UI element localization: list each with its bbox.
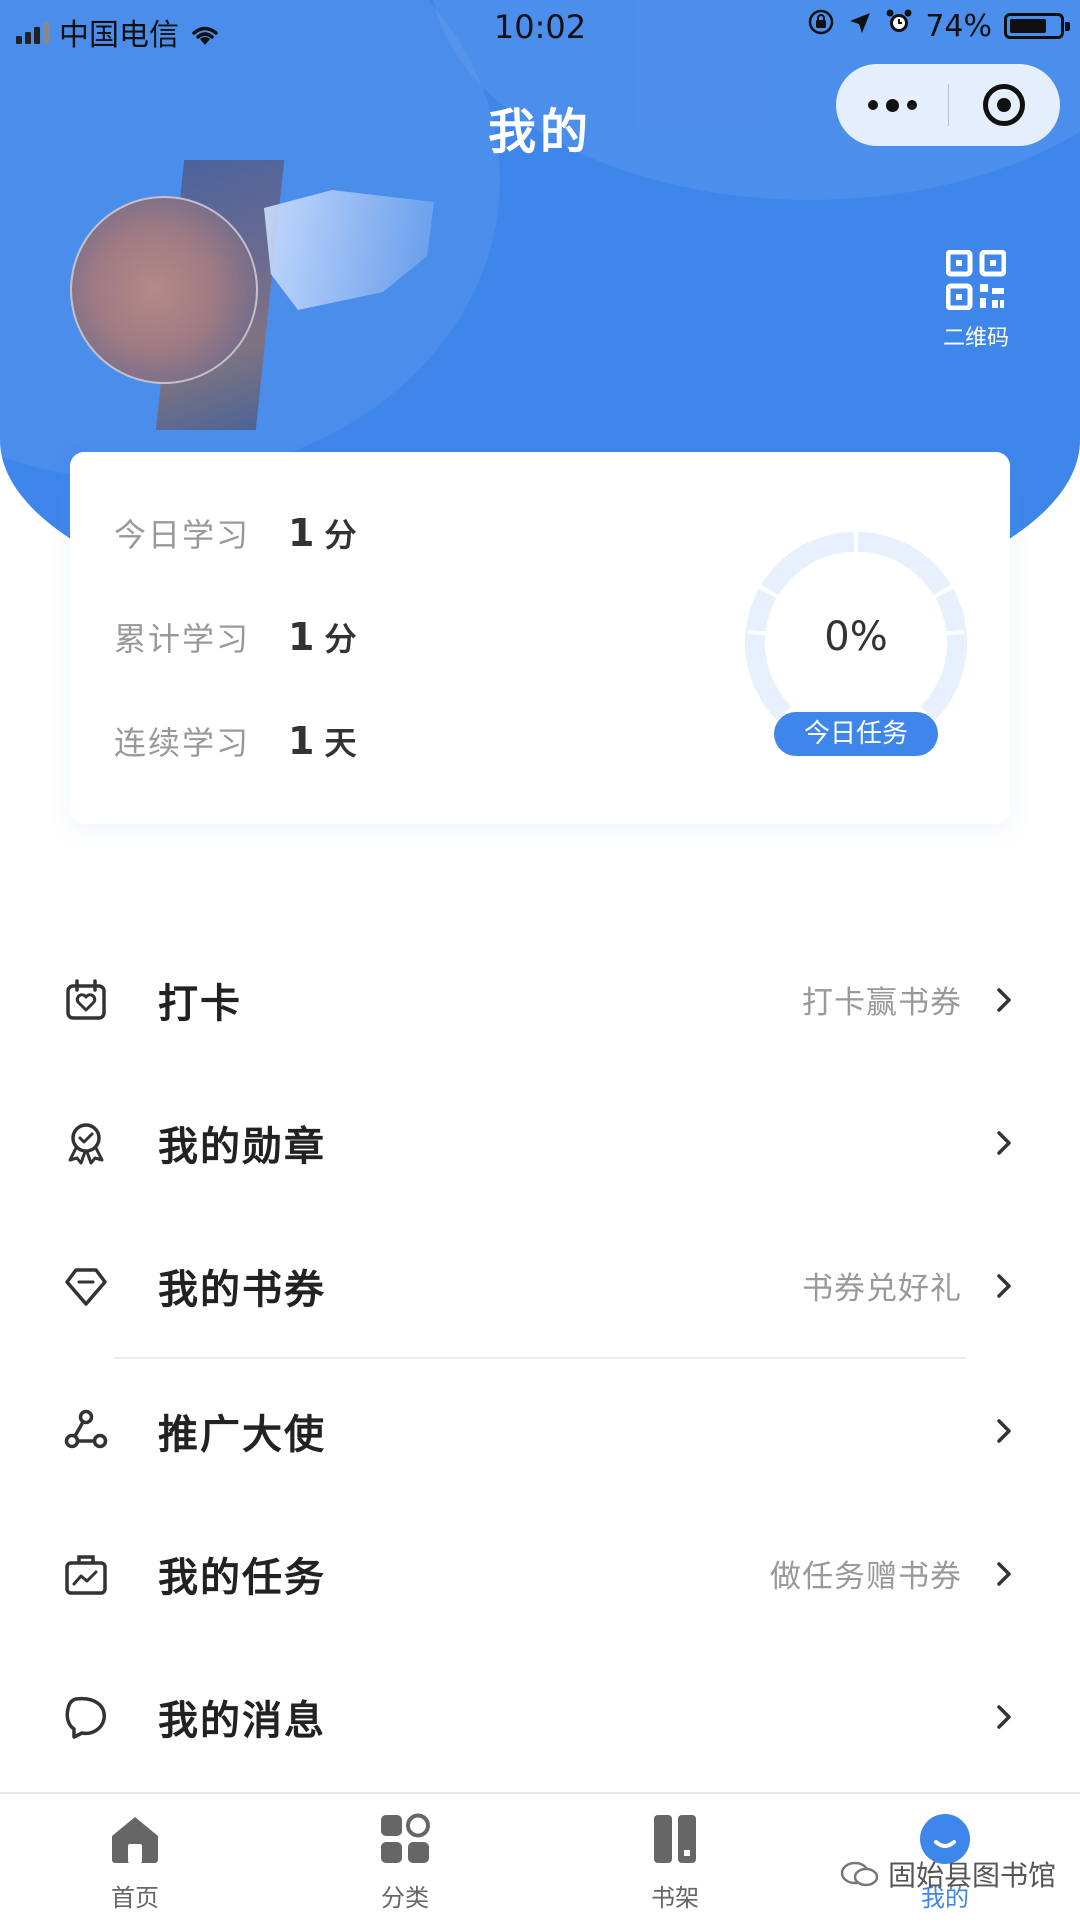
stat-label: 连续学习 bbox=[114, 724, 251, 762]
menu-hint: 打卡赢书券 bbox=[802, 985, 962, 1021]
study-stats-card: 今日学习 1 分 累计学习 1 分 连续学习 1 天 0% 今日任务 bbox=[70, 452, 1010, 824]
target-icon bbox=[983, 84, 1025, 126]
medal-icon bbox=[68, 1122, 104, 1164]
calendar-heart-icon bbox=[66, 978, 106, 1020]
menu-hint: 书券兑好礼 bbox=[802, 1271, 962, 1307]
menu-item-coupons[interactable]: 我的书券 书券兑好礼 bbox=[0, 1214, 1080, 1357]
share-nodes-icon bbox=[64, 1409, 108, 1448]
menu-item-checkin[interactable]: 打卡 打卡赢书券 bbox=[0, 928, 1080, 1071]
avatar[interactable] bbox=[70, 196, 258, 384]
stat-total: 累计学习 1 分 bbox=[114, 614, 356, 660]
home-icon bbox=[112, 1817, 158, 1863]
menu-title: 推广大使 bbox=[158, 1411, 326, 1458]
tab-label: 书架 bbox=[651, 1884, 699, 1912]
qr-code-label: 二维码 bbox=[942, 326, 1009, 351]
chevron-right-icon bbox=[997, 1130, 1011, 1155]
chevron-right-icon bbox=[997, 987, 1011, 1012]
location-icon bbox=[847, 9, 873, 44]
stat-streak: 连续学习 1 天 bbox=[114, 718, 356, 764]
menu-title: 我的书券 bbox=[158, 1266, 326, 1313]
alarm-icon bbox=[885, 8, 913, 44]
message-bubble-icon bbox=[65, 1696, 106, 1739]
wechat-channel-icon bbox=[840, 1861, 879, 1887]
menu-item-medals[interactable]: 我的勋章 bbox=[0, 1071, 1080, 1214]
chevron-right-icon bbox=[997, 1561, 1011, 1586]
tab-label: 首页 bbox=[111, 1884, 159, 1912]
watermark-text: 固始县图书馆 bbox=[888, 1859, 1057, 1892]
stat-today: 今日学习 1 分 bbox=[114, 510, 356, 556]
stat-value: 1 bbox=[288, 511, 315, 555]
tab-home[interactable]: 首页 bbox=[55, 1794, 215, 1922]
stat-label: 累计学习 bbox=[114, 620, 251, 658]
tab-bookshelf[interactable]: 书架 bbox=[595, 1794, 755, 1922]
menu-title: 我的勋章 bbox=[158, 1123, 326, 1170]
stat-value: 1 bbox=[288, 719, 315, 763]
watermark: 固始县图书馆 bbox=[840, 1854, 1056, 1894]
stat-unit: 分 bbox=[324, 516, 357, 554]
menu-title: 打卡 bbox=[158, 980, 242, 1027]
chevron-right-icon bbox=[997, 1418, 1011, 1443]
daily-task-progress[interactable]: 0% 今日任务 bbox=[726, 512, 986, 772]
tab-label: 分类 bbox=[381, 1884, 429, 1912]
battery-percent: 74% bbox=[925, 8, 992, 44]
more-menu-button[interactable] bbox=[836, 64, 948, 146]
stat-value: 1 bbox=[288, 615, 315, 659]
close-miniprogram-button[interactable] bbox=[948, 64, 1060, 146]
grid-icon bbox=[381, 1813, 430, 1863]
stat-unit: 天 bbox=[324, 724, 357, 762]
chevron-right-icon bbox=[997, 1704, 1011, 1729]
coupon-diamond-icon bbox=[65, 1267, 107, 1306]
battery-icon bbox=[1004, 13, 1070, 39]
task-percent: 0% bbox=[824, 614, 888, 660]
bookshelf-icon bbox=[654, 1815, 696, 1863]
chevron-right-icon bbox=[997, 1273, 1011, 1298]
menu-item-messages[interactable]: 我的消息 bbox=[0, 1645, 1080, 1788]
menu-item-ambassador[interactable]: 推广大使 bbox=[0, 1359, 1080, 1502]
stat-label: 今日学习 bbox=[114, 516, 251, 554]
task-badge: 今日任务 bbox=[774, 712, 938, 756]
tab-category[interactable]: 分类 bbox=[325, 1794, 485, 1922]
qr-code-button[interactable]: 二维码 bbox=[934, 249, 1018, 352]
task-briefcase-icon bbox=[65, 1554, 107, 1595]
profile-menu: 打卡 打卡赢书券 我的勋章 我的书券 书券兑好礼 推广大使 我的任务 做任务赠书… bbox=[0, 928, 1080, 1788]
menu-hint: 做任务赠书券 bbox=[770, 1559, 962, 1595]
status-bar: 中国电信 10:02 74% bbox=[0, 0, 1080, 56]
stat-unit: 分 bbox=[324, 620, 357, 658]
rotation-lock-icon bbox=[807, 8, 835, 44]
menu-item-tasks[interactable]: 我的任务 做任务赠书券 bbox=[0, 1502, 1080, 1645]
menu-title: 我的消息 bbox=[158, 1697, 326, 1744]
qr-code-icon bbox=[945, 249, 1007, 311]
menu-title: 我的任务 bbox=[158, 1554, 326, 1601]
miniprogram-capsule bbox=[836, 64, 1060, 146]
